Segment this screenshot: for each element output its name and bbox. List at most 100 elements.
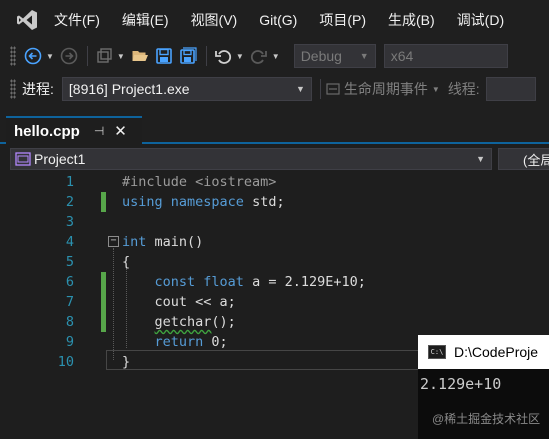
code-token: namespace <box>170 194 244 210</box>
back-arrow-icon[interactable] <box>22 45 44 67</box>
code-token: getchar <box>154 314 212 330</box>
menu-file[interactable]: 文件(F) <box>54 0 111 40</box>
code-token: { <box>122 254 131 270</box>
line-number: 9 <box>65 334 74 350</box>
console-output: 2.129e+10 <box>420 375 502 393</box>
scope-select[interactable]: (全局 <box>498 148 549 170</box>
code-text: using namespace std; <box>122 192 285 212</box>
code-token: float <box>203 274 244 290</box>
redo-dropdown-icon[interactable]: ▼ <box>272 52 280 61</box>
project-icon <box>15 152 31 166</box>
thread-select[interactable] <box>485 77 536 101</box>
process-select[interactable]: [8916] Project1.exe ▼ <box>61 77 312 101</box>
menu-view[interactable]: 视图(V) <box>180 0 249 40</box>
line-number: 3 <box>65 214 74 230</box>
watermark: @稀土掘金技术社区 <box>432 412 541 426</box>
menu-project[interactable]: 项目(P) <box>308 0 377 40</box>
line-number: 5 <box>65 254 74 270</box>
line-number: 2 <box>65 194 74 210</box>
tab-title: hello.cpp <box>14 122 80 140</box>
code-text: { <box>122 252 130 272</box>
chevron-down-icon: ▼ <box>359 51 369 61</box>
new-project-icon[interactable] <box>93 45 115 67</box>
code-text: cout << a; <box>122 292 236 312</box>
platform-select[interactable]: x64 <box>383 44 508 68</box>
pin-icon[interactable]: ⊣ <box>94 124 104 138</box>
code-line[interactable]: 5{ <box>0 252 549 272</box>
process-label: 进程: <box>22 81 54 97</box>
undo-icon[interactable] <box>212 45 234 67</box>
line-number: 4 <box>65 234 74 250</box>
code-token: const <box>154 274 196 290</box>
save-icon[interactable] <box>153 45 175 67</box>
code-token: return <box>154 334 204 350</box>
back-dropdown-icon[interactable]: ▼ <box>46 52 54 61</box>
chevron-down-icon: ▼ <box>431 84 440 94</box>
line-number: 7 <box>65 294 74 310</box>
thread-label: 线程: <box>447 81 480 97</box>
platform-value: x64 <box>390 48 414 64</box>
menu-git[interactable]: Git(G) <box>248 0 308 40</box>
code-line[interactable]: 1 #include <iostream> <box>0 172 549 192</box>
open-folder-icon[interactable] <box>129 45 151 67</box>
lifecycle-events-icon <box>326 83 340 95</box>
code-token: 0; <box>203 334 228 350</box>
undo-dropdown-icon[interactable]: ▼ <box>236 52 244 61</box>
code-line[interactable]: 2 using namespace std; <box>0 192 549 212</box>
toolbar-separator <box>205 46 207 66</box>
console-title: D:\CodeProje <box>454 344 539 360</box>
code-line[interactable]: 8 getchar(); <box>0 312 549 332</box>
chevron-down-icon: ▼ <box>476 154 485 164</box>
tab-hello-cpp[interactable]: hello.cpp ⊣ ✕ <box>6 116 142 144</box>
code-token: cout << a; <box>154 294 236 310</box>
code-line[interactable]: 6 const float a = 2.129E+10; <box>0 272 549 292</box>
process-value: [8916] Project1.exe <box>68 81 190 97</box>
code-text: return 0; <box>122 332 228 352</box>
debug-location-toolbar: 进程: [8916] Project1.exe ▼ 生命周期事件 ▼ 线程: <box>0 72 549 106</box>
code-text: int main() <box>122 232 203 252</box>
configuration-value: Debug <box>300 48 342 64</box>
menu-bar: 文件(F) 编辑(E) 视图(V) Git(G) 项目(P) 生成(B) 调试(… <box>0 0 549 40</box>
code-line[interactable]: 3 <box>0 212 549 232</box>
line-number: 8 <box>65 314 74 330</box>
project-value: Project1 <box>34 151 86 167</box>
code-text: getchar(); <box>122 312 236 332</box>
close-icon[interactable]: ✕ <box>114 122 127 140</box>
line-number: 10 <box>57 354 74 370</box>
navigation-bar: Project1 ▼ (全局 <box>0 146 549 172</box>
menu-edit[interactable]: 编辑(E) <box>111 0 180 40</box>
visual-studio-logo-icon[interactable] <box>0 0 54 40</box>
save-all-icon[interactable] <box>177 45 199 67</box>
code-token: std; <box>243 194 285 210</box>
code-token: a = 2.129E+10; <box>243 274 366 290</box>
code-text: #include <iostream> <box>122 172 276 192</box>
console-app-icon: C:\ <box>428 345 446 359</box>
line-number: 6 <box>65 274 74 290</box>
forward-arrow-icon[interactable] <box>58 45 80 67</box>
configuration-select[interactable]: Debug ▼ <box>293 44 376 68</box>
menu-build[interactable]: 生成(B) <box>377 0 446 40</box>
code-line[interactable]: 4 int main() <box>0 232 549 252</box>
redo-icon[interactable] <box>248 45 270 67</box>
code-token: } <box>122 354 131 370</box>
menu-debug[interactable]: 调试(D) <box>446 0 515 40</box>
code-token: main() <box>146 234 204 250</box>
scope-value: (全局 <box>523 152 549 168</box>
code-text: const float a = 2.129E+10; <box>122 272 366 292</box>
lifecycle-events-button[interactable]: 生命周期事件 ▼ <box>326 79 440 99</box>
code-text: } <box>122 352 130 372</box>
code-token: int <box>122 234 147 250</box>
console-title-bar[interactable]: C:\ D:\CodeProje <box>418 335 549 369</box>
code-token: (); <box>211 314 236 330</box>
toolbar-grip[interactable] <box>10 46 16 66</box>
new-project-dropdown-icon[interactable]: ▼ <box>117 52 125 61</box>
project-select[interactable]: Project1 ▼ <box>10 148 492 170</box>
toolbar-separator <box>86 46 88 66</box>
code-line[interactable]: 7 cout << a; <box>0 292 549 312</box>
line-number: 1 <box>65 174 74 190</box>
code-token: #include <iostream> <box>122 174 277 190</box>
chevron-down-icon: ▼ <box>295 84 305 94</box>
standard-toolbar: ▼ ▼ ▼ ▼ Debug ▼ x64 <box>0 40 549 72</box>
toolbar-grip[interactable] <box>10 79 16 99</box>
toolbar-separator <box>319 79 321 99</box>
